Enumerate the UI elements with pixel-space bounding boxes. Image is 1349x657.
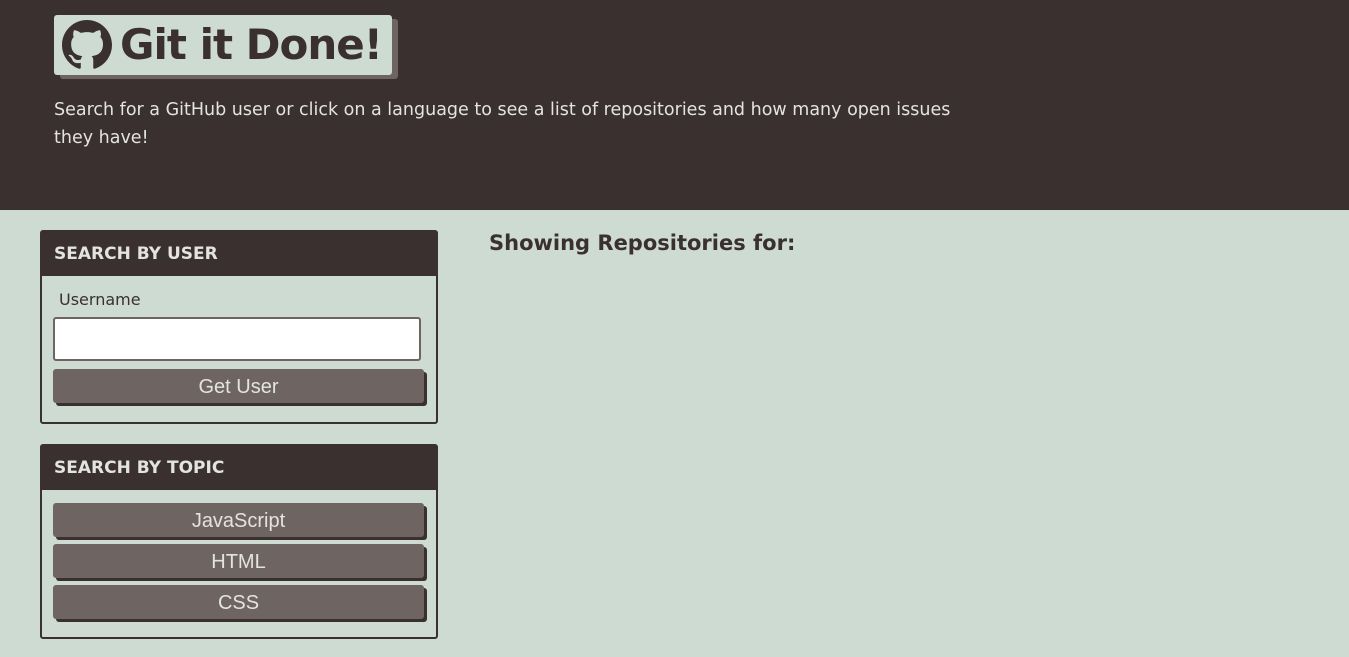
app-logo: Git it Done! bbox=[54, 15, 392, 75]
page-subtitle: Search for a GitHub user or click on a l… bbox=[54, 100, 951, 148]
topic-button-javascript[interactable]: JavaScript bbox=[53, 503, 424, 537]
topic-search-header: SEARCH BY TOPIC bbox=[42, 446, 436, 490]
github-icon bbox=[62, 20, 112, 70]
repos-heading-label: Showing Repositories for: bbox=[489, 231, 796, 255]
username-label: Username bbox=[59, 290, 141, 309]
app-title: Git it Done! bbox=[120, 20, 383, 69]
get-user-button[interactable]: Get User bbox=[53, 369, 424, 403]
username-input[interactable] bbox=[53, 317, 421, 361]
topic-button-html[interactable]: HTML bbox=[53, 544, 424, 578]
page-header: Git it Done! Search for a GitHub user or… bbox=[0, 0, 1349, 210]
user-search-header: SEARCH BY USER bbox=[42, 232, 436, 276]
repos-heading: Showing Repositories for: bbox=[489, 231, 795, 255]
user-search-card: SEARCH BY USER Username Get User bbox=[40, 230, 438, 424]
topic-search-card: SEARCH BY TOPIC JavaScript HTML CSS bbox=[40, 444, 438, 639]
topic-button-css[interactable]: CSS bbox=[53, 585, 424, 619]
